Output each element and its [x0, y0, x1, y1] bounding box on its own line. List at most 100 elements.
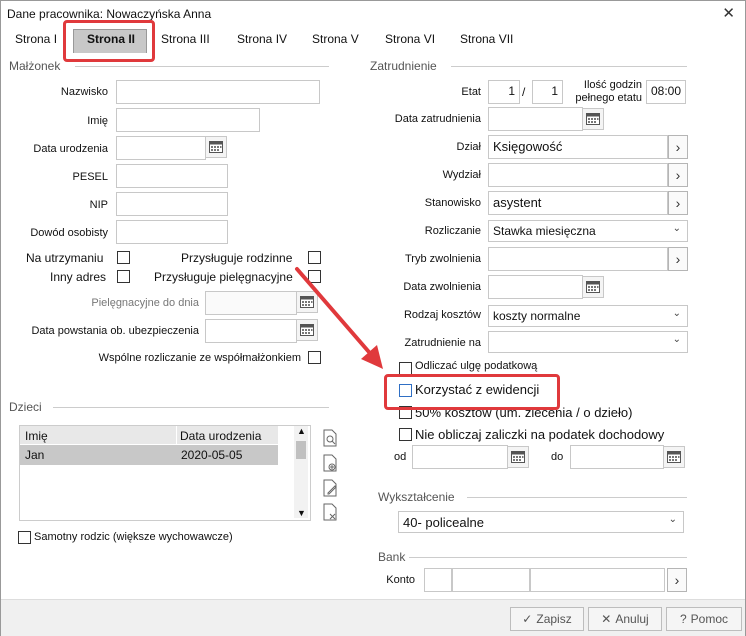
col-header-birthdate: Data urodzenia	[180, 429, 262, 443]
etat-label: Etat	[461, 86, 481, 98]
chevron-down-icon[interactable]: ▼	[297, 508, 306, 518]
department-input[interactable]: Księgowość	[488, 135, 668, 159]
calendar-icon[interactable]	[205, 136, 227, 158]
insurance-date-input[interactable]	[205, 319, 297, 343]
tab-strona-7[interactable]: Strona VII	[460, 32, 513, 46]
pesel-label: PESEL	[72, 171, 108, 183]
dismissal-date-input[interactable]	[488, 275, 583, 299]
care-until-input[interactable]	[205, 291, 297, 315]
tab-strona-6[interactable]: Strona VI	[385, 32, 435, 46]
no-advance-label: Nie obliczaj zaliczki na podatek dochodo…	[415, 427, 665, 442]
child-name-cell: Jan	[25, 448, 45, 462]
insurance-date-label: Data powstania ob. ubezpieczenia	[31, 325, 199, 337]
employment-at-select[interactable]: ⌄	[488, 331, 688, 353]
chevron-right-icon[interactable]: ›	[668, 135, 688, 159]
firstname-label: Imię	[87, 115, 108, 127]
calendar-icon[interactable]	[507, 446, 529, 468]
to-label: do	[551, 451, 564, 463]
settlement-label: Rozliczanie	[424, 225, 481, 237]
chevron-right-icon[interactable]: ›	[668, 247, 688, 271]
account-label: Konto	[386, 574, 415, 586]
dismissal-mode-label: Tryb zwolnienia	[404, 253, 481, 265]
account-part-2[interactable]	[452, 568, 530, 592]
scrollbar[interactable]	[294, 426, 308, 518]
dependent-checkbox[interactable]	[117, 251, 130, 264]
document-edit-icon[interactable]	[322, 479, 338, 497]
cancel-button-label: Anuluj	[615, 612, 649, 626]
etat-separator: /	[522, 85, 526, 99]
cancel-button[interactable]: ✕ Anuluj	[588, 607, 662, 631]
chevron-right-icon[interactable]: ›	[668, 163, 688, 187]
no-advance-checkbox[interactable]	[399, 428, 412, 441]
spouse-birthdate-input[interactable]	[116, 136, 206, 160]
settlement-value: Stawka miesięczna	[493, 224, 596, 238]
chevron-right-icon[interactable]: ›	[667, 568, 687, 592]
section-spouse: Małżonek	[9, 59, 61, 73]
section-employment: Zatrudnienie	[370, 59, 437, 73]
section-children: Dzieci	[9, 400, 42, 414]
spouse-firstname-input[interactable]	[116, 108, 260, 132]
hours-input[interactable]: 08:00	[646, 80, 686, 104]
divider	[75, 66, 329, 67]
joint-tax-label: Wspólne rozliczanie ze współmałżonkiem	[98, 352, 301, 364]
calendar-icon[interactable]	[582, 276, 604, 298]
scrollbar-thumb[interactable]	[296, 441, 306, 459]
etat-numerator-input[interactable]: 1	[488, 80, 520, 104]
from-date-input[interactable]	[412, 445, 508, 469]
care-allowance-label: Przysługuje pielęgnacyjne	[154, 270, 293, 284]
chevron-down-icon: ⌄	[672, 223, 681, 234]
chevron-down-icon: ⌄	[672, 308, 681, 319]
help-button[interactable]: ? Pomoc	[666, 607, 742, 631]
spouse-surname-input[interactable]	[116, 80, 320, 104]
hours-label-2: pełnego etatu	[575, 92, 642, 104]
single-parent-checkbox[interactable]	[18, 531, 31, 544]
close-icon[interactable]: ✕	[722, 4, 735, 22]
tab-strona-1[interactable]: Strona I	[15, 32, 57, 46]
document-delete-icon[interactable]	[322, 503, 338, 521]
hire-date-input[interactable]	[488, 107, 583, 131]
help-button-label: Pomoc	[690, 612, 729, 626]
family-allowance-label: Przysługuje rodzinne	[181, 251, 293, 265]
cost-type-value: koszty normalne	[493, 309, 581, 323]
tab-strona-5[interactable]: Strona V	[312, 32, 359, 46]
to-date-input[interactable]	[570, 445, 664, 469]
divider	[409, 557, 687, 558]
education-select[interactable]: 40- policealne ⌄	[398, 511, 684, 533]
tax-relief-label: Odliczać ulgę podatkową	[415, 360, 538, 372]
chevron-down-icon: ⌄	[668, 514, 677, 525]
id-card-label: Dowód osobisty	[30, 227, 108, 239]
document-search-icon[interactable]	[322, 429, 338, 447]
position-input[interactable]: asystent	[488, 191, 668, 215]
divider	[53, 407, 329, 408]
calendar-icon[interactable]	[663, 446, 685, 468]
document-add-icon[interactable]	[322, 454, 338, 472]
surname-label: Nazwisko	[60, 86, 108, 98]
education-value: 40- policealne	[403, 515, 484, 530]
etat-denominator-input[interactable]: 1	[532, 80, 563, 104]
spouse-nip-input[interactable]	[116, 192, 228, 216]
chevron-right-icon[interactable]: ›	[668, 191, 688, 215]
section-bank: Bank	[378, 550, 406, 564]
division-label: Wydział	[442, 169, 481, 181]
dismissal-date-label: Data zwolnienia	[403, 281, 481, 293]
account-part-3[interactable]	[530, 568, 665, 592]
spouse-id-input[interactable]	[116, 220, 228, 244]
section-education: Wykształcenie	[378, 490, 455, 504]
other-address-checkbox[interactable]	[117, 270, 130, 283]
spouse-pesel-input[interactable]	[116, 164, 228, 188]
calendar-icon[interactable]	[582, 108, 604, 130]
nip-label: NIP	[89, 199, 108, 211]
account-part-1[interactable]	[424, 568, 452, 592]
save-button[interactable]: ✓ Zapisz	[510, 607, 584, 631]
tab-strona-3[interactable]: Strona III	[161, 32, 210, 46]
department-label: Dział	[456, 141, 481, 153]
birthdate-label: Data urodzenia	[33, 143, 108, 155]
other-address-label: Inny adres	[50, 270, 107, 284]
division-input[interactable]	[488, 163, 668, 187]
tab-strona-4[interactable]: Strona IV	[237, 32, 287, 46]
dismissal-mode-input[interactable]	[488, 247, 668, 271]
settlement-select[interactable]: Stawka miesięczna ⌄	[488, 220, 688, 242]
cost-type-select[interactable]: koszty normalne ⌄	[488, 305, 688, 327]
col-header-name: Imię	[25, 429, 48, 443]
chevron-up-icon[interactable]: ▲	[297, 426, 306, 436]
